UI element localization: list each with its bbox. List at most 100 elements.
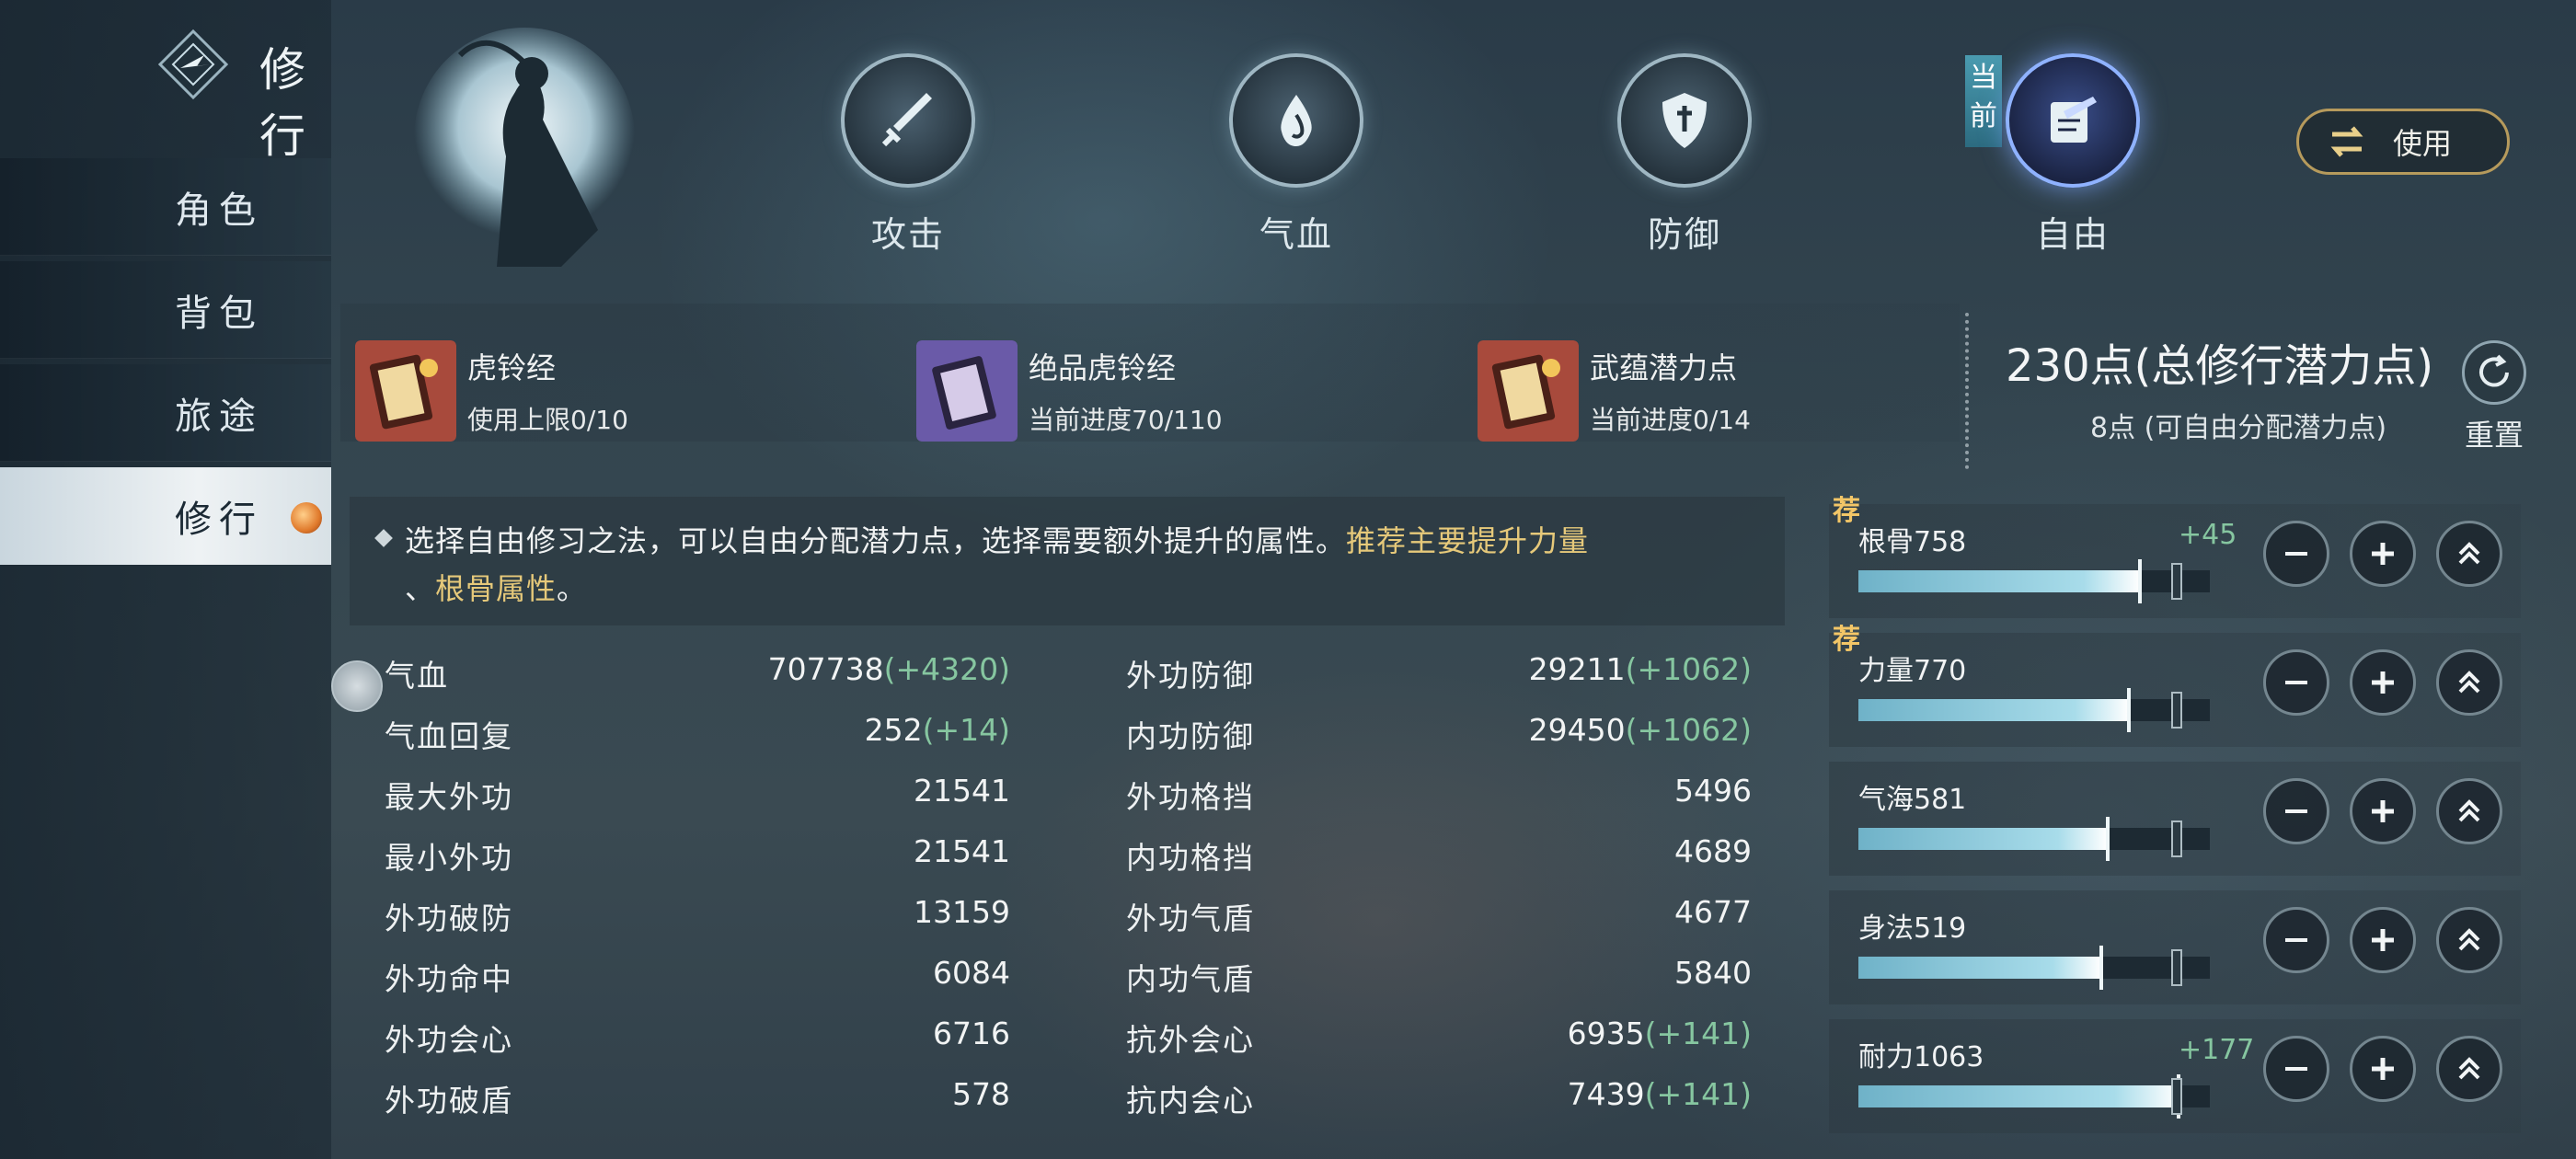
attribute-progress-bar[interactable] [1858, 946, 2210, 990]
stat-row: 外功会心 6716 [385, 1008, 1010, 1063]
stat-bonus: (+14) [922, 712, 1010, 748]
dotted-divider [1965, 313, 1969, 469]
decrease-button[interactable] [2263, 778, 2329, 844]
attribute-row: 耐力1063 +177 [1829, 1019, 2521, 1133]
increase-button[interactable] [2350, 649, 2416, 716]
stat-name: 抗外会心 [1126, 1022, 1255, 1058]
path-label: 攻击 [870, 214, 945, 255]
attribute-bar-marker [2170, 1078, 2182, 1115]
decrease-button[interactable] [2263, 907, 2329, 973]
increase-button[interactable] [2350, 521, 2416, 587]
tip-separator: 、 [405, 571, 436, 606]
stat-name: 最小外功 [385, 840, 513, 876]
items-strip: 虎铃经 使用上限0/10 绝品虎铃经 当前进度70/110 武蕴潜力点 当前进度… [340, 304, 1960, 442]
stat-value: 6716 [933, 1016, 1010, 1051]
item-wuyun-points[interactable]: 武蕴潜力点 当前进度0/14 [1478, 340, 1751, 442]
use-button[interactable]: 使用 [2296, 109, 2510, 175]
item-name: 虎铃经 [467, 350, 557, 385]
decrease-button[interactable] [2263, 521, 2329, 587]
max-button[interactable] [2436, 1036, 2502, 1102]
attribute-name: 耐力1063 [1858, 1041, 1984, 1073]
attribute-row: 荐力量770 [1829, 624, 2521, 747]
attribute-bar-fill [1858, 1085, 2179, 1107]
stat-row: 外功防御 29211(+1062) [1126, 644, 1752, 699]
max-button[interactable] [2436, 907, 2502, 973]
stat-name: 外功气盾 [1126, 901, 1255, 936]
double-chevron-up-icon [2458, 928, 2480, 951]
stat-value-wrap: 29211(+1062) [1529, 651, 1752, 687]
item-name: 绝品虎铃经 [1029, 350, 1177, 385]
path-blood-button[interactable]: 气血 [1227, 53, 1365, 257]
attribute-bar-marker [2170, 820, 2182, 857]
stat-value-wrap: 21541 [914, 773, 1010, 809]
stat-bonus: (+4320) [883, 651, 1010, 687]
stat-value-wrap: 5496 [1674, 773, 1752, 809]
pet-avatar-icon[interactable] [331, 660, 383, 712]
path-label: 防御 [1647, 214, 1721, 255]
max-button[interactable] [2436, 778, 2502, 844]
item-hulingjing[interactable]: 虎铃经 使用上限0/10 [355, 340, 628, 442]
attribute-progress-bar[interactable] [1858, 1074, 2210, 1119]
attribute-progress-bar[interactable] [1858, 817, 2210, 861]
attribute-bar-marker [2170, 563, 2182, 600]
stat-value-wrap: 6935(+141) [1568, 1016, 1752, 1051]
stat-row: 内功气盾 5840 [1126, 947, 1752, 1003]
stat-name: 外功格挡 [1126, 779, 1255, 815]
decrease-button[interactable] [2263, 649, 2329, 716]
sidebar-item-cultivation[interactable]: 修行 [0, 467, 331, 565]
stat-name: 内功防御 [1126, 718, 1255, 754]
stat-value: 21541 [914, 773, 1010, 809]
attribute-bar-cap [2127, 688, 2132, 732]
decrease-button[interactable] [2263, 1036, 2329, 1102]
max-button[interactable] [2436, 521, 2502, 587]
attribute-row: 身法519 [1829, 890, 2521, 1004]
hero-silhouette-image [414, 28, 635, 267]
potential-points-panel: 230点(总修行潜力点) 8点 (可自由分配潜力点) 重置 [1965, 313, 2554, 469]
stat-row: 外功命中 6084 [385, 947, 1010, 1003]
stat-name: 气血 [385, 658, 449, 694]
diamond-logo-icon [157, 29, 229, 100]
swap-icon [2330, 126, 2363, 157]
stat-row: 最大外功 21541 [385, 765, 1010, 820]
max-button[interactable] [2436, 649, 2502, 716]
sidebar-item-label: 背包 [175, 292, 263, 335]
path-free-button[interactable]: 自由 [2004, 53, 2142, 257]
sidebar-item-bag[interactable]: 背包 [0, 261, 331, 359]
stat-value-wrap: 5840 [1674, 955, 1752, 991]
stat-row: 气血 707738(+4320) [385, 644, 1010, 699]
purple-book-icon [916, 340, 1018, 442]
double-chevron-up-icon [2458, 799, 2480, 822]
tip-highlight: 根骨属性 [435, 571, 558, 606]
sidebar-item-journey[interactable]: 旅途 [0, 364, 331, 462]
use-button-label: 使用 [2393, 126, 2453, 161]
increase-button[interactable] [2350, 1036, 2416, 1102]
item-progress: 当前进度70/110 [1029, 405, 1223, 435]
double-chevron-up-icon [2458, 671, 2480, 694]
sidebar: 修行 角色 背包 旅途 修行 [0, 0, 331, 1159]
path-defense-button[interactable]: 防御 [1616, 53, 1754, 257]
increase-button[interactable] [2350, 778, 2416, 844]
path-banner [331, 0, 2576, 276]
plus-icon [2372, 800, 2394, 822]
minus-icon [2285, 681, 2307, 684]
attribute-progress-bar[interactable] [1858, 688, 2210, 732]
path-attack-button[interactable]: 攻击 [839, 53, 977, 257]
blood-drop-icon [1281, 95, 1312, 146]
reset-button[interactable]: 重置 [2453, 340, 2536, 454]
increase-button[interactable] [2350, 907, 2416, 973]
attribute-progress-bar[interactable] [1858, 559, 2210, 603]
sidebar-item-role[interactable]: 角色 [0, 158, 331, 256]
plus-icon [2372, 671, 2394, 694]
stat-row: 外功格挡 5496 [1126, 765, 1752, 820]
stat-row: 外功破防 13159 [385, 887, 1010, 942]
item-progress: 使用上限0/10 [467, 405, 628, 435]
double-chevron-up-icon [2458, 1057, 2480, 1080]
stat-row: 外功破盾 578 [385, 1069, 1010, 1124]
stat-value-wrap: 6716 [933, 1016, 1010, 1051]
sidebar-item-label: 角色 [175, 189, 263, 232]
stat-value: 21541 [914, 833, 1010, 869]
double-chevron-up-icon [2458, 542, 2480, 565]
stat-value: 6935 [1567, 1016, 1645, 1051]
stat-value: 7439 [1567, 1076, 1645, 1112]
item-premium-hulingjing[interactable]: 绝品虎铃经 当前进度70/110 [916, 340, 1223, 442]
